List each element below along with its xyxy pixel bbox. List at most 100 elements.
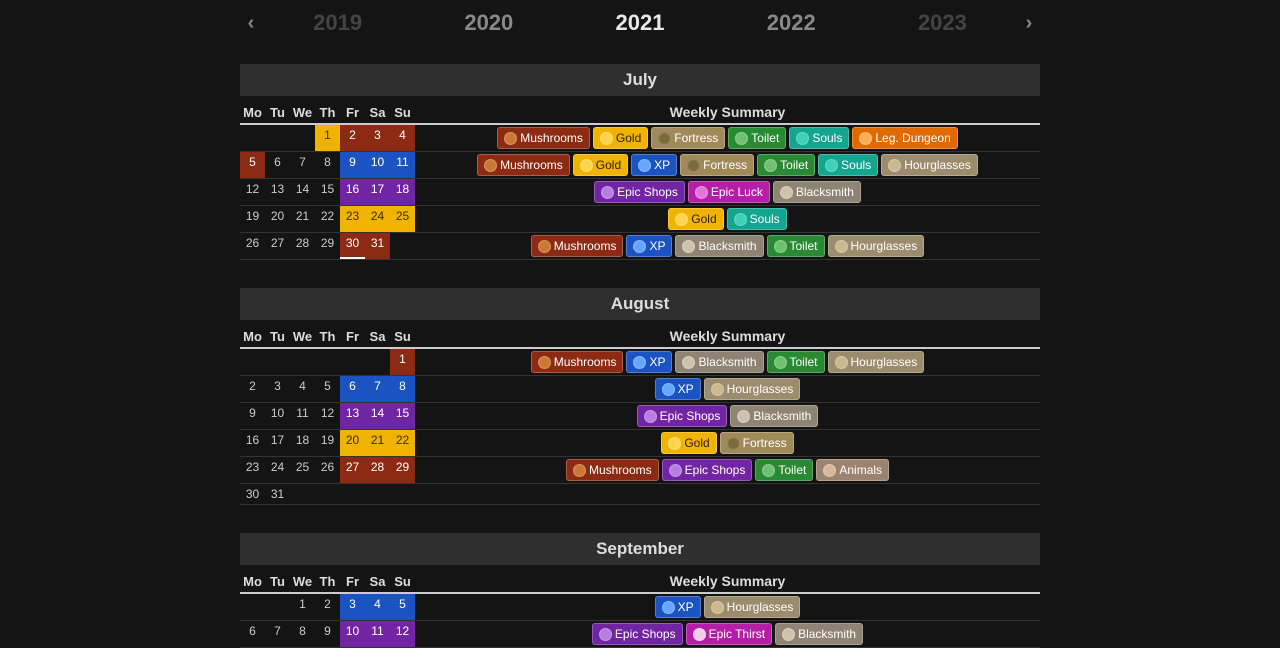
- event-mushrooms[interactable]: Mushrooms: [566, 459, 659, 481]
- day-cell[interactable]: 26: [240, 233, 265, 259]
- day-cell[interactable]: 16: [340, 179, 365, 205]
- day-cell[interactable]: 12: [315, 403, 340, 429]
- event-hourglasses[interactable]: Hourglasses: [704, 378, 801, 400]
- prev-year-button[interactable]: ‹: [240, 12, 262, 35]
- event-epicluck[interactable]: Epic Luck: [688, 181, 770, 203]
- day-cell[interactable]: 13: [340, 403, 365, 429]
- event-xp[interactable]: XP: [626, 351, 672, 373]
- day-cell[interactable]: 22: [390, 430, 415, 456]
- event-mushrooms[interactable]: Mushrooms: [531, 235, 624, 257]
- day-cell[interactable]: 9: [340, 152, 365, 178]
- event-mushrooms[interactable]: Mushrooms: [531, 351, 624, 373]
- day-cell[interactable]: 15: [315, 179, 340, 205]
- day-cell[interactable]: 17: [365, 179, 390, 205]
- day-cell[interactable]: 27: [340, 457, 365, 483]
- day-cell[interactable]: 10: [265, 403, 290, 429]
- day-cell[interactable]: 3: [365, 125, 390, 151]
- day-cell[interactable]: 28: [365, 457, 390, 483]
- day-cell[interactable]: 10: [340, 621, 365, 647]
- day-cell[interactable]: 11: [365, 621, 390, 647]
- event-epicshops[interactable]: Epic Shops: [594, 181, 685, 203]
- event-xp[interactable]: XP: [626, 235, 672, 257]
- day-cell[interactable]: 24: [265, 457, 290, 483]
- event-legdungeon[interactable]: Leg. Dungeon: [852, 127, 957, 149]
- event-souls[interactable]: Souls: [727, 208, 787, 230]
- day-cell[interactable]: 13: [265, 179, 290, 205]
- event-xp[interactable]: XP: [655, 596, 701, 618]
- day-cell[interactable]: 4: [365, 594, 390, 620]
- day-cell[interactable]: 5: [390, 594, 415, 620]
- day-cell[interactable]: 2: [315, 594, 340, 620]
- event-souls[interactable]: Souls: [789, 127, 849, 149]
- day-cell[interactable]: 25: [390, 206, 415, 232]
- event-fortress[interactable]: Fortress: [651, 127, 725, 149]
- day-cell[interactable]: 22: [315, 206, 340, 232]
- day-cell[interactable]: 9: [240, 403, 265, 429]
- day-cell[interactable]: 29: [390, 457, 415, 483]
- day-cell[interactable]: 10: [365, 152, 390, 178]
- event-epicshops[interactable]: Epic Shops: [637, 405, 728, 427]
- day-cell[interactable]: 7: [265, 621, 290, 647]
- event-xp[interactable]: XP: [631, 154, 677, 176]
- event-mushrooms[interactable]: Mushrooms: [477, 154, 570, 176]
- day-cell[interactable]: 12: [240, 179, 265, 205]
- year-2019[interactable]: 2019: [262, 10, 413, 36]
- event-fortress[interactable]: Fortress: [680, 154, 754, 176]
- day-cell[interactable]: 23: [240, 457, 265, 483]
- event-toilet[interactable]: Toilet: [767, 351, 825, 373]
- day-cell[interactable]: 28: [290, 233, 315, 259]
- event-gold[interactable]: Gold: [668, 208, 723, 230]
- year-2021[interactable]: 2021: [564, 10, 715, 36]
- event-hourglasses[interactable]: Hourglasses: [704, 596, 801, 618]
- event-animals[interactable]: Animals: [816, 459, 889, 481]
- event-blacksmith[interactable]: Blacksmith: [675, 235, 763, 257]
- event-hourglasses[interactable]: Hourglasses: [828, 351, 925, 373]
- day-cell[interactable]: 21: [365, 430, 390, 456]
- day-cell[interactable]: 1: [315, 125, 340, 151]
- day-cell[interactable]: 2: [340, 125, 365, 151]
- day-cell[interactable]: 18: [290, 430, 315, 456]
- day-cell[interactable]: 23: [340, 206, 365, 232]
- day-cell[interactable]: 11: [390, 152, 415, 178]
- day-cell[interactable]: 25: [290, 457, 315, 483]
- day-cell[interactable]: 2: [240, 376, 265, 402]
- event-hourglasses[interactable]: Hourglasses: [881, 154, 978, 176]
- event-toilet[interactable]: Toilet: [755, 459, 813, 481]
- day-cell[interactable]: 12: [390, 621, 415, 647]
- day-cell[interactable]: 11: [290, 403, 315, 429]
- event-xp[interactable]: XP: [655, 378, 701, 400]
- day-cell[interactable]: 7: [365, 376, 390, 402]
- day-cell[interactable]: 4: [390, 125, 415, 151]
- day-cell[interactable]: 26: [315, 457, 340, 483]
- event-toilet[interactable]: Toilet: [767, 235, 825, 257]
- year-2022[interactable]: 2022: [716, 10, 867, 36]
- event-blacksmith[interactable]: Blacksmith: [730, 405, 818, 427]
- day-cell[interactable]: 18: [390, 179, 415, 205]
- day-cell[interactable]: 7: [290, 152, 315, 178]
- day-cell[interactable]: 27: [265, 233, 290, 259]
- day-cell[interactable]: 17: [265, 430, 290, 456]
- day-cell[interactable]: 29: [315, 233, 340, 259]
- day-cell[interactable]: 9: [315, 621, 340, 647]
- year-2023[interactable]: 2023: [867, 10, 1018, 36]
- day-cell[interactable]: 6: [240, 621, 265, 647]
- day-cell[interactable]: 21: [290, 206, 315, 232]
- day-cell[interactable]: 1: [290, 594, 315, 620]
- event-souls[interactable]: Souls: [818, 154, 878, 176]
- day-cell[interactable]: 6: [265, 152, 290, 178]
- day-cell[interactable]: 1: [390, 349, 415, 375]
- event-hourglasses[interactable]: Hourglasses: [828, 235, 925, 257]
- year-2020[interactable]: 2020: [413, 10, 564, 36]
- day-cell[interactable]: 6: [340, 376, 365, 402]
- event-mushrooms[interactable]: Mushrooms: [497, 127, 590, 149]
- day-cell[interactable]: 20: [340, 430, 365, 456]
- event-epicshops[interactable]: Epic Shops: [592, 623, 683, 645]
- event-blacksmith[interactable]: Blacksmith: [675, 351, 763, 373]
- day-cell[interactable]: 8: [315, 152, 340, 178]
- event-fortress[interactable]: Fortress: [720, 432, 794, 454]
- day-cell[interactable]: 5: [315, 376, 340, 402]
- day-cell[interactable]: 4: [290, 376, 315, 402]
- day-cell[interactable]: 24: [365, 206, 390, 232]
- day-cell[interactable]: 30: [240, 484, 265, 504]
- day-cell[interactable]: 3: [265, 376, 290, 402]
